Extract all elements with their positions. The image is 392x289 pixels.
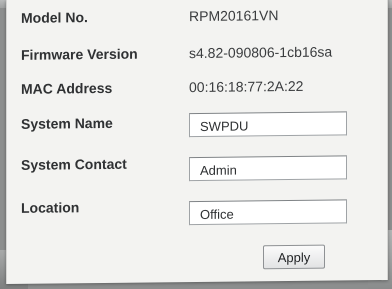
- mac-address-value: 00:16:18:77:2A:22: [189, 77, 304, 96]
- mac-address-label: MAC Address: [21, 79, 113, 97]
- location-input[interactable]: [189, 199, 347, 226]
- model-no-label: Model No.: [21, 9, 88, 26]
- apply-button[interactable]: Apply: [263, 244, 325, 270]
- system-name-input[interactable]: [189, 111, 347, 138]
- model-no-value: RPM20161VN: [189, 7, 279, 25]
- system-name-label: System Name: [21, 114, 113, 132]
- firmware-version-value: s4.82-090806-1cb16sa: [189, 43, 333, 62]
- location-label: Location: [21, 199, 80, 216]
- system-contact-input[interactable]: [189, 155, 347, 182]
- system-settings-panel: Model No. RPM20161VN Firmware Version s4…: [6, 0, 388, 284]
- system-contact-label: System Contact: [21, 155, 127, 173]
- firmware-version-label: Firmware Version: [21, 45, 138, 63]
